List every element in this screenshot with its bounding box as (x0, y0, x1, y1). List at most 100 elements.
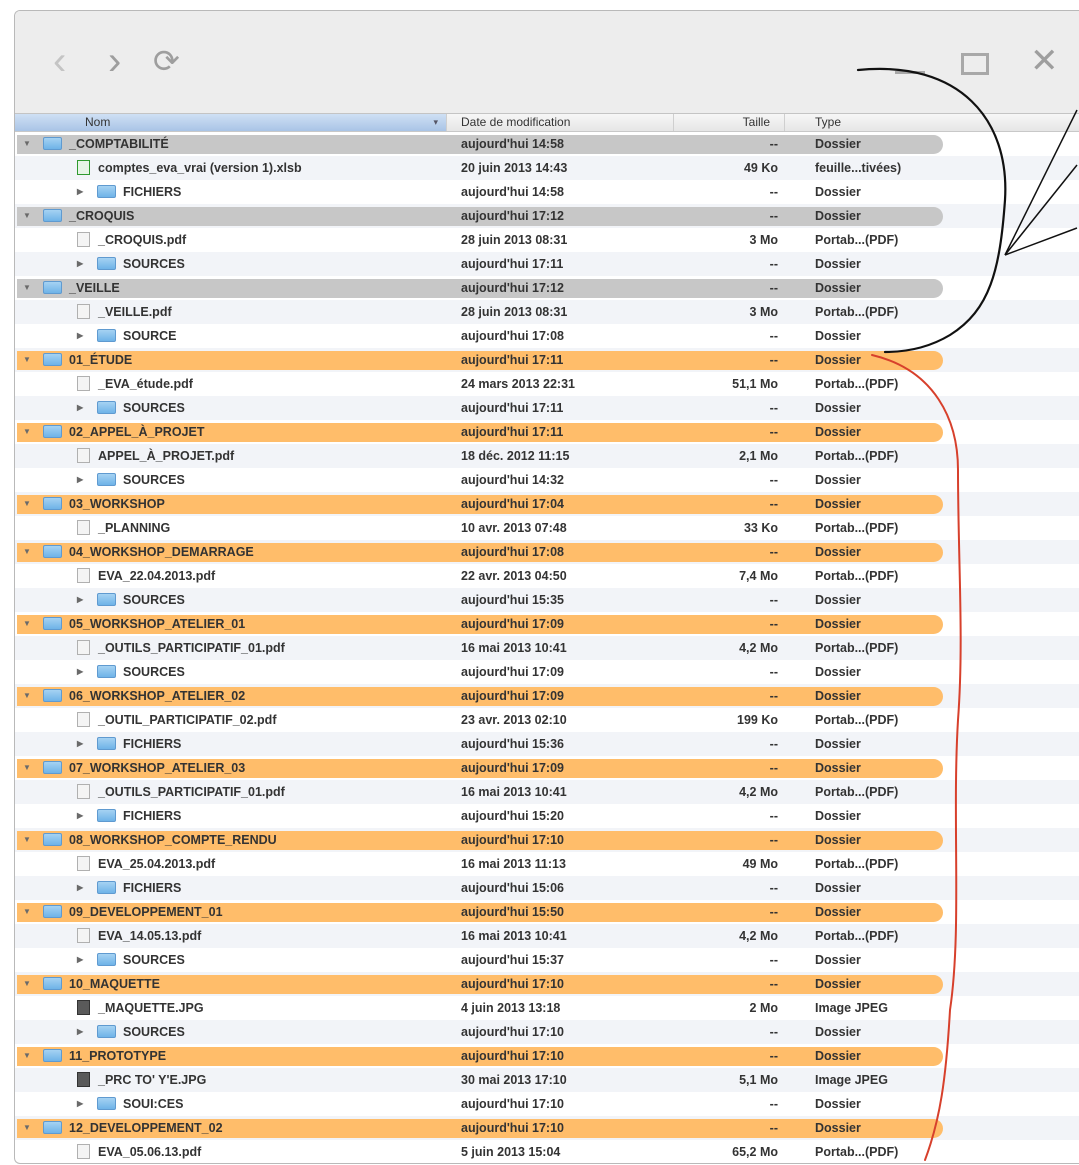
folder-row[interactable]: ▼ 08_WORKSHOP_COMPTE_RENDU aujourd'hui 17:… (15, 828, 1079, 852)
column-name-header[interactable]: Nom ▾ (15, 114, 447, 131)
type-cell: Dossier (815, 737, 861, 751)
disclosure-collapsed-icon[interactable]: ▶ (77, 660, 89, 684)
file-row[interactable]: _PRC TO' Y'E.JPG 30 mai 2013 17:10 5,1 Mo I… (15, 1068, 1079, 1092)
disclosure-collapsed-icon[interactable]: ▶ (77, 252, 89, 276)
file-row[interactable]: EVA_22.04.2013.pdf 22 avr. 2013 04:50 7,4 … (15, 564, 1079, 588)
disclosure-expanded-icon[interactable]: ▼ (23, 900, 35, 924)
file-row[interactable]: _MAQUETTE.JPG 4 juin 2013 13:18 2 Mo Image … (15, 996, 1079, 1020)
folder-row[interactable]: ▶ SOURCES aujourd'hui 17:09 -- Dossier (15, 660, 1079, 684)
file-row[interactable]: _OUTIL_PARTICIPATIF_02.pdf 23 avr. 2013 0… (15, 708, 1079, 732)
folder-row[interactable]: ▶ SOURCES aujourd'hui 15:37 -- Dossier (15, 948, 1079, 972)
folder-row[interactable]: ▼ 12_DEVELOPPEMENT_02 aujourd'hui 17:10 -- D… (15, 1116, 1079, 1140)
disclosure-collapsed-icon[interactable]: ▶ (77, 324, 89, 348)
disclosure-expanded-icon[interactable]: ▼ (23, 756, 35, 780)
folder-row[interactable]: ▶ SOURCES aujourd'hui 17:11 -- Dossier (15, 396, 1079, 420)
disclosure-expanded-icon[interactable]: ▼ (23, 492, 35, 516)
file-row[interactable]: _VEILLE.pdf 28 juin 2013 08:31 3 Mo Portab.… (15, 300, 1079, 324)
folder-row[interactable]: ▶ SOURCES aujourd'hui 15:35 -- Dossier (15, 588, 1079, 612)
disclosure-expanded-icon[interactable]: ▼ (23, 348, 35, 372)
folder-icon (43, 689, 62, 702)
file-row[interactable]: _OUTILS_PARTICIPATIF_01.pdf 16 mai 2013 1… (15, 636, 1079, 660)
folder-row[interactable]: ▼ _VEILLE aujourd'hui 17:12 -- Dossier (15, 276, 1079, 300)
folder-row[interactable]: ▼ _CROQUIS aujourd'hui 17:12 -- Dossier (15, 204, 1079, 228)
file-row[interactable]: comptes_eva_vrai (version 1).xlsb 20 juin… (15, 156, 1079, 180)
minimize-icon[interactable] (895, 71, 925, 76)
folder-row[interactable]: ▼ 10_MAQUETTE aujourd'hui 17:10 -- Dossier (15, 972, 1079, 996)
file-row[interactable]: _CROQUIS.pdf 28 juin 2013 08:31 3 Mo Portab… (15, 228, 1079, 252)
disclosure-collapsed-icon[interactable]: ▶ (77, 732, 89, 756)
maximize-icon[interactable] (961, 53, 989, 75)
disclosure-collapsed-icon[interactable]: ▶ (77, 396, 89, 420)
disclosure-expanded-icon[interactable]: ▼ (23, 1044, 35, 1068)
name-cell: EVA_25.04.2013.pdf (77, 852, 215, 876)
folder-row[interactable]: ▼ 01_ÉTUDE aujourd'hui 17:11 -- Dossier (15, 348, 1079, 372)
disclosure-expanded-icon[interactable]: ▼ (23, 972, 35, 996)
folder-row[interactable]: ▼ 07_WORKSHOP_ATELIER_03 aujourd'hui 17:09… (15, 756, 1079, 780)
file-row[interactable]: EVA_14.05.13.pdf 16 mai 2013 10:41 4,2 Mo P… (15, 924, 1079, 948)
folder-row[interactable]: ▼ 02_APPEL_À_PROJET aujourd'hui 17:11 -- Dos… (15, 420, 1079, 444)
reload-icon[interactable]: ⟳ (153, 41, 180, 81)
disclosure-expanded-icon[interactable]: ▼ (23, 684, 35, 708)
item-name: _CROQUIS.pdf (98, 233, 187, 247)
folder-row[interactable]: ▼ 03_WORKSHOP aujourd'hui 17:04 -- Dossier (15, 492, 1079, 516)
folder-row[interactable]: ▶ SOURCES aujourd'hui 17:11 -- Dossier (15, 252, 1079, 276)
name-cell: ▼ 12_DEVELOPPEMENT_02 (23, 1116, 223, 1140)
column-type-label: Type (815, 115, 842, 129)
close-icon[interactable]: ✕ (1030, 41, 1059, 81)
name-cell: _EVA_étude.pdf (77, 372, 193, 396)
disclosure-collapsed-icon[interactable]: ▶ (77, 180, 89, 204)
folder-row[interactable]: ▼ _COMPTABILITÉ aujourd'hui 14:58 -- Dossier (15, 132, 1079, 156)
disclosure-expanded-icon[interactable]: ▼ (23, 1116, 35, 1140)
file-row[interactable]: EVA_05.06.13.pdf 5 juin 2013 15:04 65,2 Mo… (15, 1140, 1079, 1163)
folder-row[interactable]: ▶ SOURCES aujourd'hui 17:10 -- Dossier (15, 1020, 1079, 1044)
date-cell: 16 mai 2013 11:13 (461, 857, 566, 871)
disclosure-expanded-icon[interactable]: ▼ (23, 276, 35, 300)
disclosure-collapsed-icon[interactable]: ▶ (77, 804, 89, 828)
folder-row[interactable]: ▼ 11_PROTOTYPE aujourd'hui 17:10 -- Dossier (15, 1044, 1079, 1068)
disclosure-collapsed-icon[interactable]: ▶ (77, 1020, 89, 1044)
disclosure-collapsed-icon[interactable]: ▶ (77, 876, 89, 900)
file-row[interactable]: _OUTILS_PARTICIPATIF_01.pdf 16 mai 2013 1… (15, 780, 1079, 804)
disclosure-expanded-icon[interactable]: ▼ (23, 132, 35, 156)
disclosure-collapsed-icon[interactable]: ▶ (77, 588, 89, 612)
folder-row[interactable]: ▼ 06_WORKSHOP_ATELIER_02 aujourd'hui 17:09… (15, 684, 1079, 708)
chevron-left-icon[interactable]: ‹ (53, 41, 66, 81)
chevron-right-icon[interactable]: › (108, 41, 121, 81)
date-cell: aujourd'hui 17:08 (461, 545, 564, 559)
name-cell: ▼ 06_WORKSHOP_ATELIER_02 (23, 684, 245, 708)
file-row[interactable]: EVA_25.04.2013.pdf 16 mai 2013 11:13 49 Mo… (15, 852, 1079, 876)
disclosure-collapsed-icon[interactable]: ▶ (77, 1092, 89, 1116)
disclosure-expanded-icon[interactable]: ▼ (23, 420, 35, 444)
folder-row[interactable]: ▶ FICHIERS aujourd'hui 14:58 -- Dossier (15, 180, 1079, 204)
column-size-header[interactable]: Taille (674, 114, 785, 131)
name-cell: ▼ 08_WORKSHOP_COMPTE_RENDU (23, 828, 277, 852)
folder-row[interactable]: ▼ 04_WORKSHOP_DEMARRAGE aujourd'hui 17:08 -… (15, 540, 1079, 564)
folder-row[interactable]: ▼ 05_WORKSHOP_ATELIER_01 aujourd'hui 17:09… (15, 612, 1079, 636)
folder-icon (97, 329, 116, 342)
disclosure-expanded-icon[interactable]: ▼ (23, 828, 35, 852)
file-row[interactable]: APPEL_À_PROJET.pdf 18 déc. 2012 11:15 2,1 … (15, 444, 1079, 468)
disclosure-expanded-icon[interactable]: ▼ (23, 204, 35, 228)
disclosure-collapsed-icon[interactable]: ▶ (77, 948, 89, 972)
disclosure-expanded-icon[interactable]: ▼ (23, 540, 35, 564)
folder-row[interactable]: ▶ SOURCE aujourd'hui 17:08 -- Dossier (15, 324, 1079, 348)
folder-row[interactable]: ▶ FICHIERS aujourd'hui 15:36 -- Dossier (15, 732, 1079, 756)
size-cell: -- (769, 617, 778, 631)
file-row[interactable]: _EVA_étude.pdf 24 mars 2013 22:31 51,1 Mo P… (15, 372, 1079, 396)
disclosure-collapsed-icon[interactable]: ▶ (77, 468, 89, 492)
disclosure-expanded-icon[interactable]: ▼ (23, 612, 35, 636)
name-cell: APPEL_À_PROJET.pdf (77, 444, 234, 468)
column-name-label: Nom (85, 115, 111, 129)
date-cell: aujourd'hui 15:36 (461, 737, 564, 751)
folder-row[interactable]: ▶ SOUI:CES aujourd'hui 17:10 -- Dossier (15, 1092, 1079, 1116)
date-cell: aujourd'hui 17:11 (461, 353, 564, 367)
item-name: comptes_eva_vrai (version 1).xlsb (98, 161, 302, 175)
folder-row[interactable]: ▼ 09_DEVELOPPEMENT_01 aujourd'hui 15:50 -- D… (15, 900, 1079, 924)
column-date-header[interactable]: Date de modification (447, 114, 674, 131)
item-name: SOUI:CES (123, 1097, 184, 1111)
folder-row[interactable]: ▶ SOURCES aujourd'hui 14:32 -- Dossier (15, 468, 1079, 492)
folder-row[interactable]: ▶ FICHIERS aujourd'hui 15:20 -- Dossier (15, 804, 1079, 828)
file-row[interactable]: _PLANNING 10 avr. 2013 07:48 33 Ko Portab..… (15, 516, 1079, 540)
folder-row[interactable]: ▶ FICHIERS aujourd'hui 15:06 -- Dossier (15, 876, 1079, 900)
column-type-header[interactable]: Type (785, 114, 1079, 131)
